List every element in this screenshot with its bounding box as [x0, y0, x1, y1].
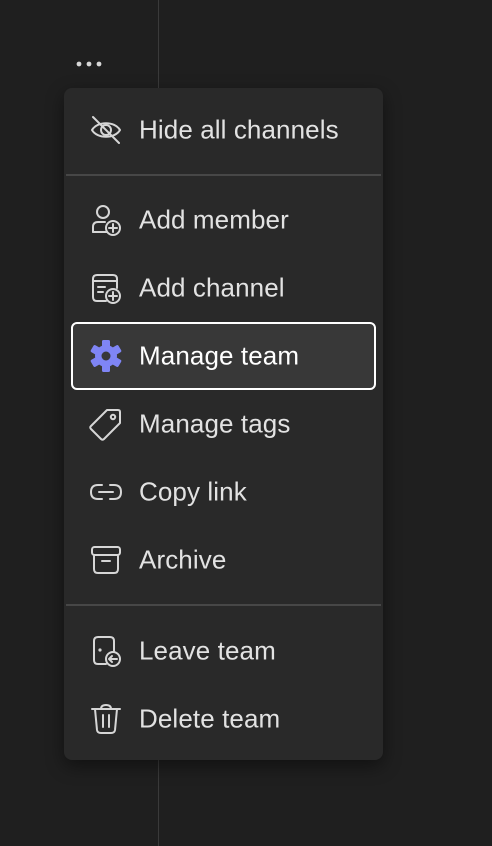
menu-divider — [66, 604, 381, 606]
menu-item-label: Delete team — [139, 703, 281, 734]
menu-item-archive[interactable]: Archive — [71, 526, 376, 594]
more-options-button[interactable] — [70, 50, 106, 78]
menu-item-delete-team[interactable]: Delete team — [71, 685, 376, 753]
menu-item-label: Copy link — [139, 476, 247, 507]
tag-icon — [88, 406, 124, 442]
menu-item-manage-tags[interactable]: Manage tags — [71, 390, 376, 458]
menu-item-add-channel[interactable]: Add channel — [71, 254, 376, 322]
ellipsis-icon — [76, 61, 102, 67]
channel-add-icon — [88, 270, 124, 306]
leave-icon — [88, 633, 124, 669]
menu-item-label: Leave team — [139, 635, 276, 666]
team-options-menu: Hide all channels Add member Add channel… — [64, 88, 383, 760]
menu-item-label: Manage tags — [139, 408, 291, 439]
trash-icon — [88, 701, 124, 737]
menu-item-label: Hide all channels — [139, 114, 339, 145]
menu-item-label: Manage team — [139, 340, 300, 371]
menu-item-add-member[interactable]: Add member — [71, 186, 376, 254]
archive-icon — [88, 542, 124, 578]
menu-item-leave-team[interactable]: Leave team — [71, 617, 376, 685]
menu-item-manage-team[interactable]: Manage team — [71, 322, 376, 390]
gear-icon — [88, 338, 124, 374]
menu-item-hide-all-channels[interactable]: Hide all channels — [71, 96, 376, 164]
person-add-icon — [88, 202, 124, 238]
menu-item-copy-link[interactable]: Copy link — [71, 458, 376, 526]
eye-slash-icon — [88, 112, 124, 148]
menu-item-label: Add member — [139, 204, 289, 235]
menu-item-label: Archive — [139, 544, 227, 575]
link-icon — [88, 474, 124, 510]
menu-divider — [66, 174, 381, 176]
menu-item-label: Add channel — [139, 272, 285, 303]
